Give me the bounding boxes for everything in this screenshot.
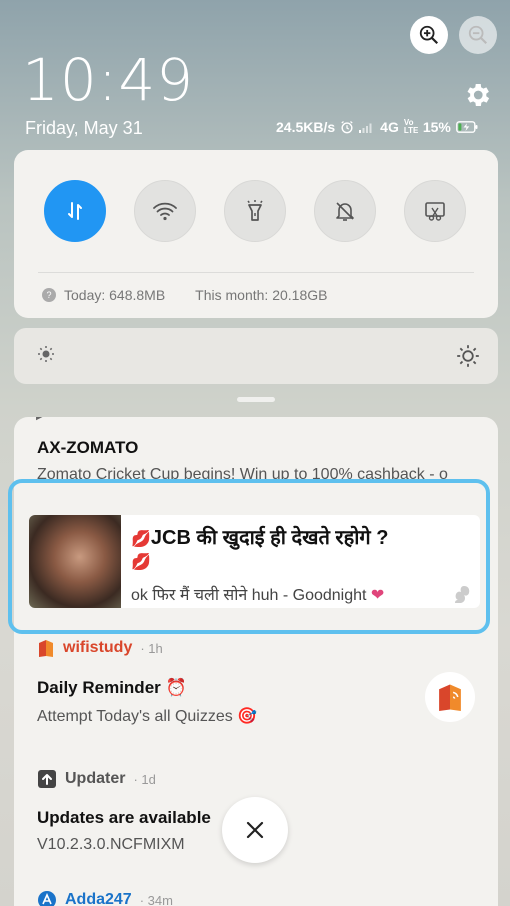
divider	[38, 272, 474, 273]
signal-icon	[359, 123, 372, 133]
volte-badge: Vo LTE	[403, 118, 419, 135]
updater-header: Updater · 1d	[37, 769, 156, 789]
wifistudy-time: · 1h	[140, 640, 163, 656]
net-speed: 24.5KB/s	[276, 119, 336, 135]
expand-arrow-icon: ▶	[36, 417, 44, 422]
kiss-emoji-icon: 💋	[131, 554, 151, 571]
wifistudy-app-icon	[39, 640, 53, 657]
alarm-icon	[341, 121, 353, 134]
adda-header: Adda247 · 34m	[37, 890, 173, 906]
brightness-high-icon	[457, 345, 479, 367]
close-icon	[246, 821, 264, 839]
updater-time: · 1d	[133, 771, 156, 787]
jcb-notification[interactable]: 💋JCB की खुदाई ही देखते रहोगे ? 💋 ok फिर …	[29, 515, 480, 608]
data-month: This month: 20.18GB	[195, 287, 328, 303]
settings-gear-icon[interactable]	[462, 80, 492, 110]
quick-settings-panel: ? Today: 648.8MB This month: 20.18GB	[14, 150, 498, 318]
zomato-notification-text: Zomato Cricket Cup begins! Win up to 100…	[37, 466, 448, 483]
data-usage-row[interactable]: ? Today: 648.8MB This month: 20.18GB	[42, 287, 327, 303]
heart-emoji-icon: ❤	[370, 587, 385, 604]
battery-percent: 15%	[422, 119, 451, 135]
drag-handle[interactable]	[237, 397, 275, 402]
data-transfer-icon	[68, 202, 82, 220]
wifistudy-large-icon	[425, 672, 475, 722]
jcb-notification-text: ok फिर मैं चली सोने huh - Goodnight ❤	[131, 587, 385, 604]
brightness-slider[interactable]	[14, 328, 498, 384]
clear-all-notifications-button[interactable]	[222, 797, 288, 863]
network-type: 4G	[380, 119, 399, 135]
adda-app-icon	[38, 891, 56, 906]
wifi-toggle[interactable]	[134, 180, 196, 242]
zomato-notification-title: AX-ZOMATO	[37, 438, 139, 457]
adda-time: · 34m	[139, 892, 173, 906]
wifistudy-header: wifistudy · 1h	[37, 638, 163, 658]
flashlight-icon	[247, 200, 263, 221]
zoom-out-icon	[468, 25, 488, 45]
alarm-emoji-icon: ⏰	[165, 678, 187, 697]
zoom-in-button[interactable]	[410, 16, 448, 54]
silent-toggle[interactable]	[314, 180, 376, 242]
screenshot-icon	[425, 202, 445, 221]
data-today: Today: 648.8MB	[64, 287, 166, 303]
mobile-data-toggle[interactable]	[44, 180, 106, 242]
flashlight-toggle[interactable]	[224, 180, 286, 242]
status-row: 24.5KB/s 4G Vo LTE 15%	[276, 119, 478, 135]
jcb-notification-title: 💋JCB की खुदाई ही देखते रहोगे ? 💋	[131, 527, 389, 571]
zoom-out-button[interactable]	[459, 16, 497, 54]
bell-off-icon	[336, 202, 354, 221]
updater-app-name: Updater	[65, 770, 126, 787]
screenshot-toggle[interactable]	[404, 180, 466, 242]
battery-charging-icon	[455, 121, 478, 133]
updater-notification-title: Updates are available	[37, 808, 211, 827]
clock: 10:49	[22, 46, 195, 114]
adda-app-name: Adda247	[65, 891, 132, 906]
updater-notification-text: V10.2.3.0.NCFMIXM	[37, 836, 185, 853]
target-emoji-icon: 🎯	[237, 708, 258, 725]
data-usage-icon: ?	[42, 288, 56, 302]
date-label: Friday, May 31	[25, 118, 143, 138]
kiss-emoji-icon: 💋	[131, 531, 151, 548]
wifistudy-notification-text: Attempt Today's all Quizzes 🎯	[37, 708, 258, 725]
wifistudy-app-name: wifistudy	[63, 639, 133, 656]
update-app-icon	[38, 770, 56, 788]
wifi-icon	[153, 202, 177, 221]
squirrel-app-icon	[455, 586, 470, 603]
brightness-low-icon	[38, 346, 54, 362]
zoom-in-icon	[419, 25, 439, 45]
sender-avatar	[29, 515, 121, 608]
wifistudy-notification-title: Daily Reminder ⏰	[37, 678, 187, 697]
book-icon	[439, 684, 461, 711]
